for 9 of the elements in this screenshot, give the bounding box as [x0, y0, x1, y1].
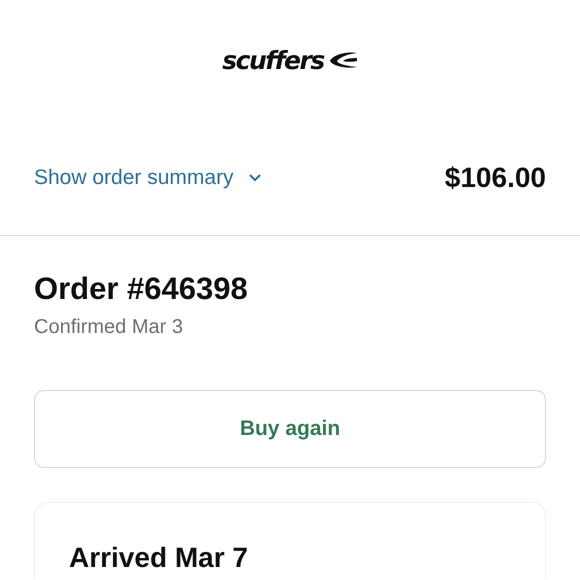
chevron-down-icon	[248, 172, 262, 182]
confirmed-date: Confirmed Mar 3	[34, 315, 184, 340]
status-title: Arrived Mar 7	[69, 541, 249, 575]
order-summary-toggle[interactable]: Show order summary	[34, 162, 262, 194]
order-total: $106.00	[444, 160, 546, 194]
order-title: Order #646398	[34, 272, 249, 306]
swoosh-icon	[328, 51, 358, 69]
buy-again-button[interactable]: Buy again	[34, 390, 546, 468]
logo: scuffers	[222, 48, 324, 72]
